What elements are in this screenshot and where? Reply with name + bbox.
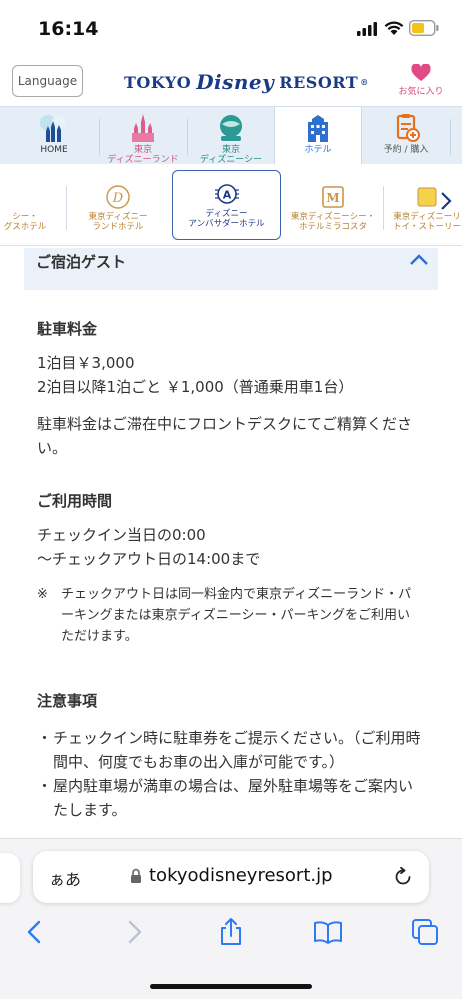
- note-mark: ※: [37, 587, 48, 602]
- tabs-icon[interactable]: [410, 917, 440, 947]
- signal-icon: [357, 22, 377, 36]
- status-time: 16:14: [38, 18, 99, 40]
- castle-icon: [40, 115, 66, 142]
- hotel-tab-ambassador-hotel[interactable]: A ディズニー アンバサダーホテル: [172, 170, 281, 240]
- tab-hotel[interactable]: ホテル: [274, 107, 362, 167]
- tab-home-label: HOME: [40, 145, 68, 155]
- address-bar[interactable]: ぁあ tokyodisneyresort.jp: [33, 851, 429, 903]
- usage-time-note: ※ チェックアウト日は同一料金内で東京ディズニーランド・パーキングまたは東京ディ…: [37, 584, 427, 650]
- parking-fee-heading: 駐車料金: [37, 320, 98, 338]
- bullet-mark: ・: [37, 777, 53, 795]
- site-logo[interactable]: TOKYO Disney RESORT ®: [124, 68, 368, 96]
- favorites-label: お気に入り: [398, 87, 444, 97]
- url-text: tokyodisneyresort.jp: [149, 865, 333, 886]
- page: 16:14 Language TOKYO Disney RESORT ® お気に…: [0, 0, 462, 999]
- bullet-mark: ・: [37, 729, 53, 747]
- notes-item-text: チェックイン時に駐車券をご提示ください。（ご利用時間中、何度でもお車の出入庫が可…: [53, 729, 421, 771]
- previous-tab-card[interactable]: [0, 853, 20, 903]
- parking-fee-line1: 1泊目￥3,000: [37, 354, 135, 372]
- hotel-tab-divider: [383, 186, 384, 230]
- hotel-tab-label: 東京ディズニーシー・ ホテルミラコスタ: [290, 212, 376, 232]
- parking-fee-line2: 2泊目以降1泊ごと ￥1,000（普通乗用車1台）: [37, 378, 354, 396]
- usage-time-line1: チェックイン当日の0:00: [37, 526, 206, 544]
- parking-fee-note: 駐車料金はご滞在中にフロントデスクにてご精算ください。: [37, 415, 413, 457]
- hotel-tab-label: シー・ グスホテル: [3, 212, 47, 232]
- logo-text-tokyo: TOKYO: [124, 72, 192, 92]
- bookmarks-icon[interactable]: [313, 917, 343, 947]
- reader-settings-button[interactable]: ぁあ: [49, 866, 81, 890]
- hotel-tabs: シー・ グスホテル D 東京ディズニー ランドホテル A ディズニー アンバサダ…: [0, 164, 462, 246]
- logo-text-resort: RESORT: [279, 72, 359, 92]
- lock-icon: [131, 868, 141, 883]
- hotel-tab-divider: [66, 186, 67, 230]
- wifi-icon: [384, 21, 404, 35]
- hotel-tab-disneyland-hotel[interactable]: D 東京ディズニー ランドホテル: [74, 174, 162, 238]
- tab-hotel-label: ホテル: [304, 145, 332, 155]
- notes-list: ・ チェックイン時に駐車券をご提示ください。（ご利用時間中、何度でもお車の出入庫…: [37, 726, 423, 822]
- list-item: ・ チェックイン時に駐車券をご提示ください。（ご利用時間中、何度でもお車の出入庫…: [37, 726, 423, 774]
- share-icon[interactable]: [216, 917, 246, 947]
- tab-divider: [450, 119, 451, 155]
- pink-castle-icon: [132, 114, 154, 142]
- home-indicator: [150, 984, 312, 989]
- hotel-tab-label: 東京ディズニーリ トイ・ストーリー: [392, 212, 461, 232]
- hotel-tab-celebration[interactable]: シー・ グスホテル: [0, 174, 56, 238]
- reload-icon[interactable]: [392, 866, 414, 888]
- hotel-tab-miracosta[interactable]: M 東京ディズニーシー・ ホテルミラコスタ: [287, 174, 379, 238]
- tab-reservation[interactable]: 予約 / 購入: [363, 107, 449, 165]
- main-tabs: HOME 東京 ディズニーランド 東京 ディズニーシー ホテル 予約 / 購入: [0, 106, 462, 167]
- logo-registered-mark: ®: [360, 77, 369, 87]
- tab-home[interactable]: HOME: [10, 107, 98, 165]
- notes-heading: 注意事項: [37, 692, 98, 710]
- tab-tokyo-disneysea-label: 東京 ディズニーシー: [199, 145, 263, 165]
- miracosta-emblem-icon: M: [322, 186, 344, 208]
- site-header: Language TOKYO Disney RESORT ® お気に入り: [0, 56, 462, 106]
- battery-icon: [409, 20, 439, 36]
- hotel-logo-icon: [12, 184, 38, 210]
- parking-fee-section: 駐車料金: [37, 318, 427, 339]
- svg-text:A: A: [222, 189, 231, 202]
- back-arrow-icon[interactable]: [20, 917, 50, 947]
- chevron-right-icon[interactable]: [437, 190, 455, 212]
- tab-reservation-label: 予約 / 購入: [383, 145, 429, 155]
- forward-arrow-icon[interactable]: [119, 917, 149, 947]
- language-button[interactable]: Language: [12, 65, 83, 97]
- tab-tokyo-disneyland-label: 東京 ディズニーランド: [107, 145, 179, 165]
- accordion-guest-header[interactable]: ご宿泊ゲスト: [24, 248, 438, 290]
- tab-tokyo-disneysea[interactable]: 東京 ディズニーシー: [188, 107, 274, 165]
- accordion-title: ご宿泊ゲスト: [36, 253, 127, 271]
- browser-bottom-bar: ぁあ tokyodisneyresort.jp: [0, 838, 462, 999]
- usage-time-line2: 〜チェックアウト日の14:00まで: [37, 550, 261, 568]
- svg-text:D: D: [112, 191, 124, 206]
- dh-emblem-icon: D: [106, 185, 130, 209]
- status-bar: 16:14: [0, 0, 462, 56]
- notes-item-text: 屋内駐車場が満車の場合は、屋外駐車場等をご案内いたします。: [53, 777, 414, 819]
- favorites-button[interactable]: お気に入り: [392, 64, 450, 102]
- globe-icon: [220, 115, 242, 141]
- tab-tokyo-disneyland[interactable]: 東京 ディズニーランド: [100, 107, 186, 165]
- ambassador-emblem-icon: A: [214, 184, 239, 204]
- chevron-up-icon[interactable]: [409, 252, 429, 266]
- ticket-clipboard-icon: [396, 114, 420, 142]
- hotel-building-icon: [308, 115, 328, 142]
- logo-text-disney: Disney: [196, 70, 275, 94]
- usage-time-heading: ご利用時間: [37, 492, 113, 510]
- svg-text:M: M: [326, 191, 339, 205]
- list-item: ・ 屋内駐車場が満車の場合は、屋外駐車場等をご案内いたします。: [37, 774, 423, 822]
- hotel-tab-label: 東京ディズニー ランドホテル: [88, 212, 148, 232]
- usage-time-note-text: チェックアウト日は同一料金内で東京ディズニーランド・パーキングまたは東京ディズニ…: [61, 587, 412, 644]
- hotel-tab-label: ディズニー アンバサダーホテル: [188, 209, 265, 229]
- heart-icon: [411, 64, 431, 81]
